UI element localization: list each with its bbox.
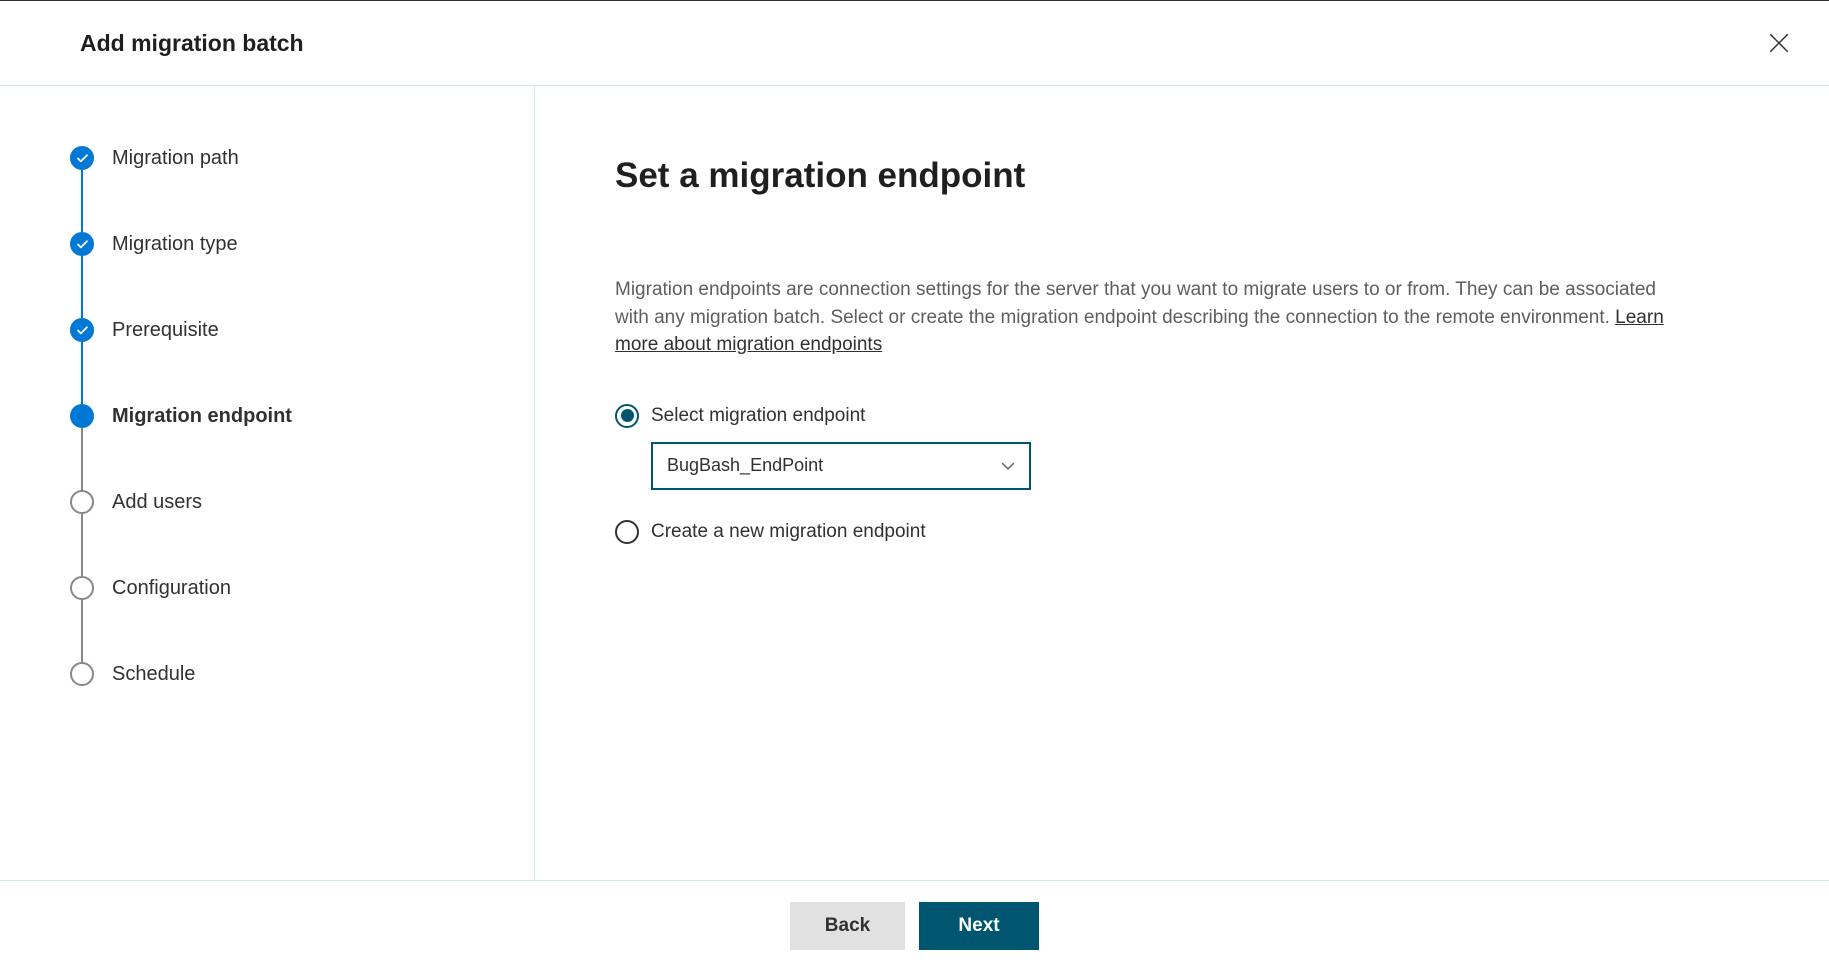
endpoint-radio-group: Select migration endpoint BugBash_EndPoi… [615, 404, 1675, 544]
step-label: Migration path [112, 147, 239, 170]
check-icon [70, 318, 94, 342]
upcoming-step-icon [70, 576, 94, 600]
step-label: Add users [112, 491, 202, 514]
step-connector [81, 428, 83, 490]
main-content: Set a migration endpoint Migration endpo… [535, 86, 1785, 880]
step-connector [81, 256, 83, 318]
back-button[interactable]: Back [790, 902, 905, 950]
step-label: Migration endpoint [112, 405, 292, 428]
dialog-title: Add migration batch [80, 30, 304, 57]
upcoming-step-icon [70, 490, 94, 514]
step-schedule[interactable]: Schedule [70, 662, 494, 686]
close-icon [1769, 33, 1789, 53]
step-migration-path[interactable]: Migration path [70, 146, 494, 232]
close-button[interactable] [1759, 23, 1799, 63]
step-label: Migration type [112, 233, 238, 256]
step-migration-type[interactable]: Migration type [70, 232, 494, 318]
chevron-down-icon [1001, 459, 1015, 473]
radio-select-endpoint[interactable]: Select migration endpoint [615, 404, 1675, 428]
radio-option-select-endpoint: Select migration endpoint BugBash_EndPoi… [615, 404, 1675, 490]
radio-label: Create a new migration endpoint [651, 521, 926, 543]
radio-create-endpoint[interactable]: Create a new migration endpoint [615, 520, 1675, 544]
current-step-icon [70, 404, 94, 428]
dialog-header: Add migration batch [0, 1, 1829, 86]
step-connector [81, 600, 83, 662]
step-label: Schedule [112, 663, 195, 686]
step-connector [81, 170, 83, 232]
step-list: Migration path Migration type Prerequisi… [70, 146, 494, 686]
next-button[interactable]: Next [919, 902, 1039, 950]
step-prerequisite[interactable]: Prerequisite [70, 318, 494, 404]
step-label: Prerequisite [112, 319, 219, 342]
page-title: Set a migration endpoint [615, 156, 1675, 196]
description-text: Migration endpoints are connection setti… [615, 276, 1675, 359]
step-add-users[interactable]: Add users [70, 490, 494, 576]
step-configuration[interactable]: Configuration [70, 576, 494, 662]
wizard-steps-sidebar: Migration path Migration type Prerequisi… [0, 86, 535, 880]
check-icon [70, 146, 94, 170]
upcoming-step-icon [70, 662, 94, 686]
radio-unchecked-icon [615, 520, 639, 544]
step-migration-endpoint[interactable]: Migration endpoint [70, 404, 494, 490]
step-connector [81, 514, 83, 576]
radio-checked-icon [615, 404, 639, 428]
dropdown-value: BugBash_EndPoint [667, 455, 823, 476]
step-label: Configuration [112, 577, 231, 600]
endpoint-dropdown[interactable]: BugBash_EndPoint [651, 442, 1031, 490]
radio-label: Select migration endpoint [651, 405, 865, 427]
description-body: Migration endpoints are connection setti… [615, 279, 1656, 328]
dialog-footer: Back Next [0, 880, 1829, 970]
step-connector [81, 342, 83, 404]
check-icon [70, 232, 94, 256]
